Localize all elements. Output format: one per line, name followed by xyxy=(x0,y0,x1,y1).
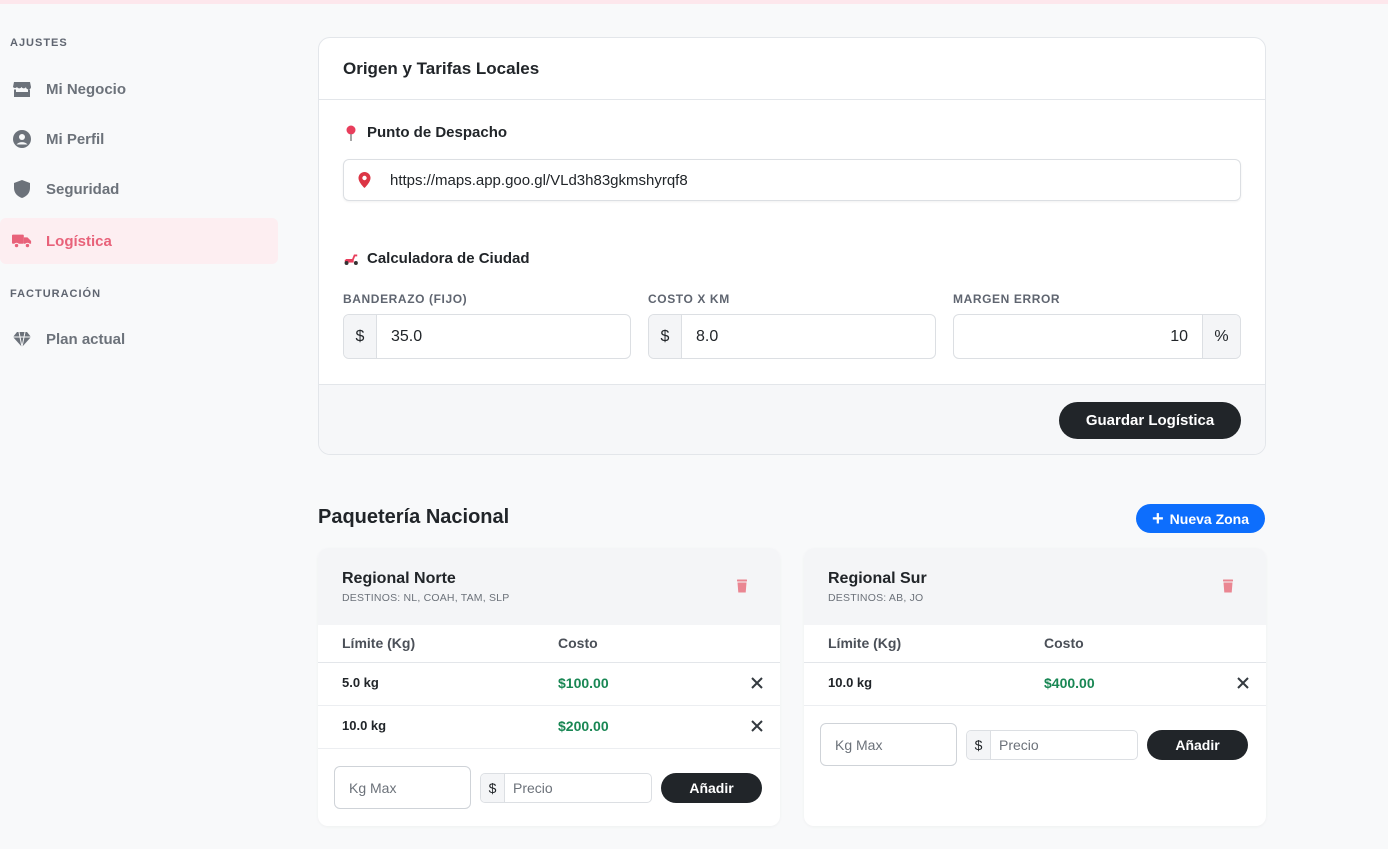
remove-row-icon[interactable] xyxy=(750,719,764,733)
sidebar-item-seguridad[interactable]: Seguridad xyxy=(0,166,278,212)
user-circle-icon xyxy=(10,127,34,151)
flag-fee-value: 35.0 xyxy=(391,327,423,345)
add-rate-button[interactable]: Añadir xyxy=(1147,730,1248,760)
zone-header: Regional Sur DESTINOS: AB, JO xyxy=(804,548,1266,625)
new-zone-label: Nueva Zona xyxy=(1169,510,1250,527)
add-rate-row: Kg Max $ Precio Añadir xyxy=(318,749,780,819)
sidebar-item-logistica[interactable]: Logística xyxy=(0,218,278,264)
price-placeholder: Precio xyxy=(999,737,1039,753)
add-rate-row: Kg Max $ Precio Añadir xyxy=(804,706,1266,776)
error-margin-input[interactable]: 10 % xyxy=(953,314,1241,359)
zone-name: Regional Norte xyxy=(342,570,456,587)
dispatch-section-title: Punto de Despacho xyxy=(343,124,507,141)
flag-fee-label: BANDERAZO (FIJO) xyxy=(343,292,468,306)
dispatch-url-value: https://maps.app.goo.gl/VLd3h83gkmshyrqf… xyxy=(390,171,688,189)
table-row: 10.0 kg $200.00 xyxy=(318,706,780,749)
pushpin-icon xyxy=(343,125,359,141)
add-rate-button[interactable]: Añadir xyxy=(661,773,762,803)
sidebar-item-plan-actual[interactable]: Plan actual xyxy=(0,316,278,362)
col-cost-header: Costo xyxy=(1044,635,1084,651)
origin-rates-card: Origen y Tarifas Locales Punto de Despac… xyxy=(318,37,1266,455)
scooter-icon xyxy=(343,251,359,267)
table-row: 10.0 kg $400.00 xyxy=(804,663,1266,706)
error-margin-value: 10 xyxy=(1170,327,1188,345)
cost-per-km-label: COSTO X KM xyxy=(648,292,730,306)
settings-sidebar: AJUSTES Mi Negocio Mi Perfil Seguridad L… xyxy=(0,0,290,849)
cost-per-km-input[interactable]: $ 8.0 xyxy=(648,314,936,359)
row-kg: 10.0 kg xyxy=(828,675,873,690)
zone-card-regional-sur: Regional Sur DESTINOS: AB, JO Límite (Kg… xyxy=(804,548,1266,826)
row-cost: $200.00 xyxy=(558,718,609,734)
row-kg: 10.0 kg xyxy=(342,718,387,733)
national-shipping-title: Paquetería Nacional xyxy=(318,506,510,528)
flag-fee-input[interactable]: $ 35.0 xyxy=(343,314,631,359)
error-margin-label: MARGEN ERROR xyxy=(953,292,1061,306)
price-input[interactable]: $ Precio xyxy=(966,730,1138,760)
sidebar-item-label: Logística xyxy=(46,232,112,250)
sidebar-item-label: Mi Perfil xyxy=(46,130,105,148)
store-icon xyxy=(10,77,34,101)
sidebar-heading-settings: AJUSTES xyxy=(10,37,68,49)
sidebar-item-label: Mi Negocio xyxy=(46,80,127,98)
sidebar-item-mi-negocio[interactable]: Mi Negocio xyxy=(0,66,278,112)
zone-destinations: DESTINOS: AB, JO xyxy=(828,592,924,604)
map-marker-icon xyxy=(356,172,372,188)
table-header: Límite (Kg) Costo xyxy=(318,625,780,663)
price-placeholder: Precio xyxy=(513,780,553,796)
sidebar-item-mi-perfil[interactable]: Mi Perfil xyxy=(0,116,278,162)
zone-destinations: DESTINOS: NL, COAH, TAM, SLP xyxy=(342,592,510,604)
zone-header: Regional Norte DESTINOS: NL, COAH, TAM, … xyxy=(318,548,780,625)
dispatch-url-input[interactable]: https://maps.app.goo.gl/VLd3h83gkmshyrqf… xyxy=(343,159,1241,201)
currency-prefix: $ xyxy=(967,731,991,759)
sidebar-heading-billing: FACTURACIÓN xyxy=(10,288,102,300)
trash-icon[interactable] xyxy=(734,578,750,594)
row-cost: $100.00 xyxy=(558,675,609,691)
trash-icon[interactable] xyxy=(1220,578,1236,594)
remove-row-icon[interactable] xyxy=(1236,676,1250,690)
currency-prefix: $ xyxy=(344,315,377,358)
save-logistics-button[interactable]: Guardar Logística xyxy=(1059,402,1241,439)
row-cost: $400.00 xyxy=(1044,675,1095,691)
table-row: 5.0 kg $100.00 xyxy=(318,663,780,706)
zone-name: Regional Sur xyxy=(828,570,927,587)
sidebar-item-label: Seguridad xyxy=(46,180,120,198)
new-zone-button[interactable]: + Nueva Zona xyxy=(1136,504,1265,533)
price-input[interactable]: $ Precio xyxy=(480,773,652,803)
currency-prefix: $ xyxy=(649,315,682,358)
col-limit-header: Límite (Kg) xyxy=(342,635,416,651)
remove-row-icon[interactable] xyxy=(750,676,764,690)
card-title: Origen y Tarifas Locales xyxy=(343,58,540,78)
zone-card-regional-norte: Regional Norte DESTINOS: NL, COAH, TAM, … xyxy=(318,548,780,826)
percent-suffix: % xyxy=(1202,315,1240,358)
card-footer: Guardar Logística xyxy=(319,384,1265,454)
col-cost-header: Costo xyxy=(558,635,598,651)
shield-icon xyxy=(10,177,34,201)
plus-icon: + xyxy=(1151,507,1164,530)
city-calculator-title: Calculadora de Ciudad xyxy=(343,250,530,267)
truck-icon xyxy=(10,229,34,253)
sidebar-item-label: Plan actual xyxy=(46,330,126,348)
currency-prefix: $ xyxy=(481,774,505,802)
col-limit-header: Límite (Kg) xyxy=(828,635,902,651)
gem-icon xyxy=(10,327,34,351)
card-header: Origen y Tarifas Locales xyxy=(319,38,1265,100)
kg-max-input[interactable]: Kg Max xyxy=(820,723,957,766)
table-header: Límite (Kg) Costo xyxy=(804,625,1266,663)
cost-per-km-value: 8.0 xyxy=(696,327,719,345)
kg-max-input[interactable]: Kg Max xyxy=(334,766,471,809)
row-kg: 5.0 kg xyxy=(342,675,379,690)
